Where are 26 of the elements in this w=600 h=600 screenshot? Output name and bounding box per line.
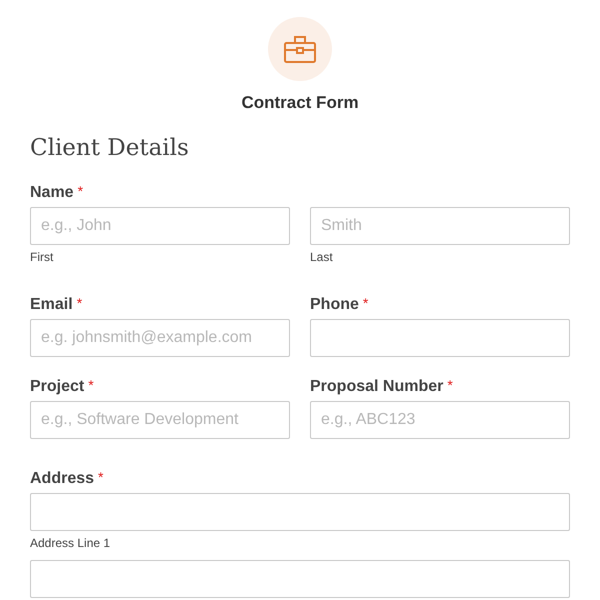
field-label: Proposal Number: [310, 377, 444, 397]
required-mark: *: [78, 183, 84, 199]
field-label: Phone: [310, 295, 359, 315]
field-label: Email: [30, 295, 73, 315]
field-sublabel: Last: [310, 249, 333, 265]
input-field[interactable]: [30, 493, 570, 531]
input-field[interactable]: e.g., ABC123: [310, 401, 570, 439]
field-label: Project: [30, 377, 84, 397]
section-heading: Client Details: [30, 134, 189, 163]
required-mark: *: [76, 295, 82, 311]
input-field[interactable]: [310, 319, 570, 357]
required-mark: *: [98, 469, 104, 485]
field-sublabel: Address Line 1: [30, 535, 110, 551]
form-title: Contract Form: [241, 93, 359, 113]
required-mark: *: [447, 377, 453, 393]
field-label: Address: [30, 469, 94, 489]
input-field[interactable]: e.g., John: [30, 207, 290, 245]
input-field[interactable]: e.g. johnsmith@example.com: [30, 319, 290, 357]
required-mark: *: [88, 377, 94, 393]
input-field[interactable]: [30, 560, 570, 598]
input-field[interactable]: Smith: [310, 207, 570, 245]
required-mark: *: [362, 295, 368, 311]
briefcase-icon: [283, 35, 317, 63]
field-sublabel: First: [30, 249, 54, 265]
field-label: Name: [30, 183, 74, 203]
input-field[interactable]: e.g., Software Development: [30, 401, 290, 439]
